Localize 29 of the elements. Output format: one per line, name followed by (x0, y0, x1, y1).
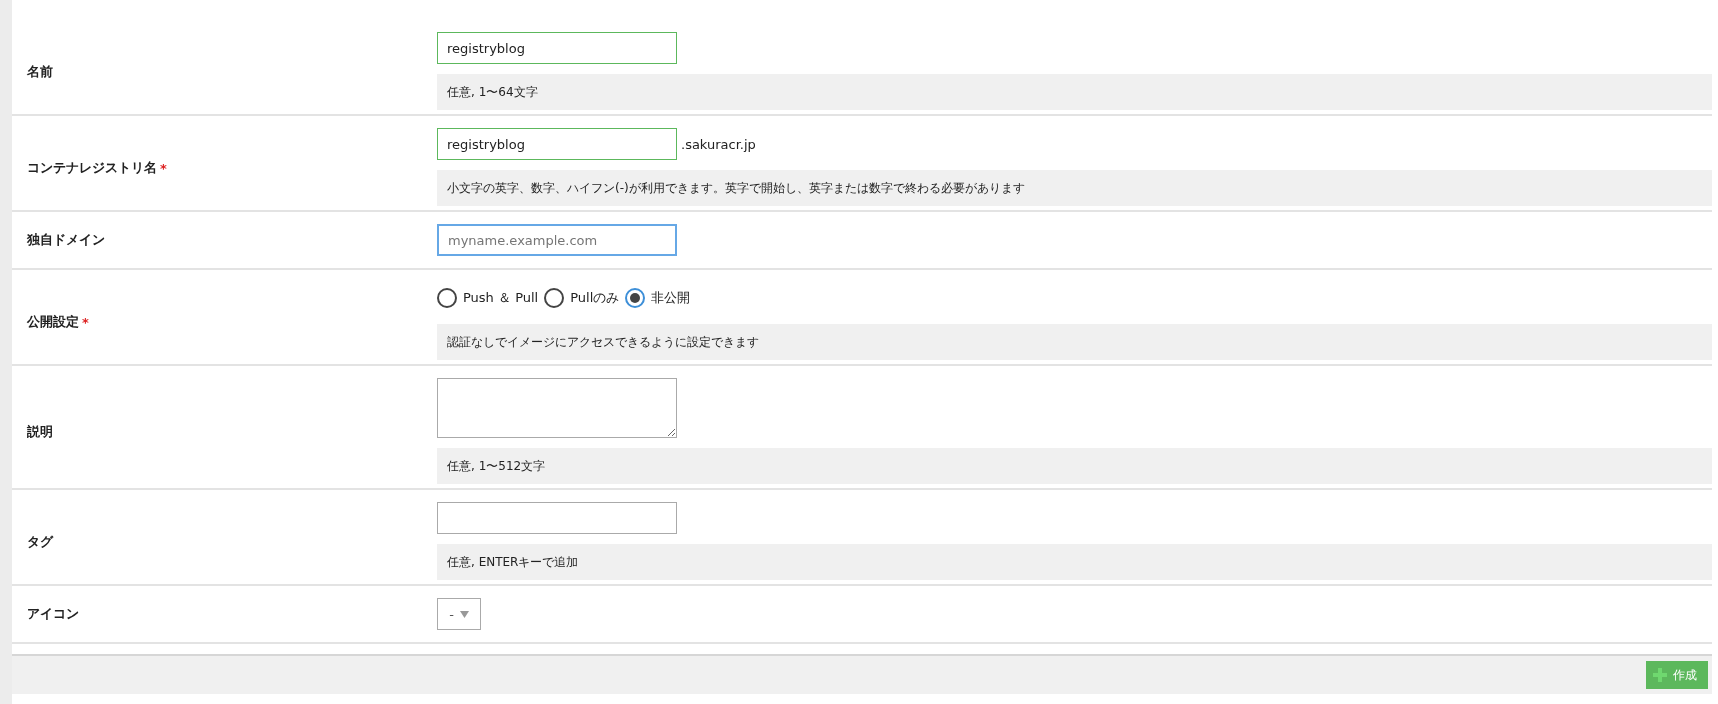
field-label: アイコン (27, 605, 79, 623)
field-label: 名前 (27, 63, 53, 81)
required-mark: * (82, 314, 89, 330)
hint-text: 任意, 1〜512文字 (437, 448, 1712, 484)
radio-button[interactable] (544, 288, 565, 308)
field-label: 独自ドメイン (27, 231, 105, 249)
hint-text: 任意, 1〜64文字 (437, 74, 1712, 110)
radio-button[interactable] (625, 288, 646, 308)
radio-option[interactable]: Push ＆ Pull (437, 288, 539, 308)
radio-button[interactable] (437, 288, 457, 308)
radio-option[interactable]: Pullのみ (544, 288, 620, 308)
field-label: タグ (27, 533, 53, 551)
plus-icon (1653, 668, 1667, 682)
hint-text: 認証なしでイメージにアクセスできるように設定できます (437, 324, 1712, 360)
required-mark: * (160, 160, 167, 176)
hint-text: 任意, ENTERキーで追加 (437, 544, 1712, 580)
text-field[interactable]: registryblog (437, 128, 677, 160)
text-field[interactable]: registryblog (437, 32, 677, 64)
field-label: 公開設定 (27, 313, 79, 331)
text-field[interactable] (437, 502, 677, 534)
field-label: 説明 (27, 423, 53, 441)
hint-text: 小文字の英字、数字、ハイフン(-)が利用できます。英字で開始し、英字または数字で終わる必要があります (437, 170, 1712, 206)
text-field[interactable]: myname.example.com (437, 224, 677, 256)
domain-suffix: .sakuracr.jp (681, 136, 756, 152)
icon-dropdown[interactable]: - (437, 598, 481, 630)
caret-icon (459, 610, 469, 618)
radio-option[interactable]: 非公開 (625, 288, 691, 308)
field-label: コンテナレジストリ名 (27, 159, 157, 177)
textarea-field[interactable] (437, 378, 677, 438)
